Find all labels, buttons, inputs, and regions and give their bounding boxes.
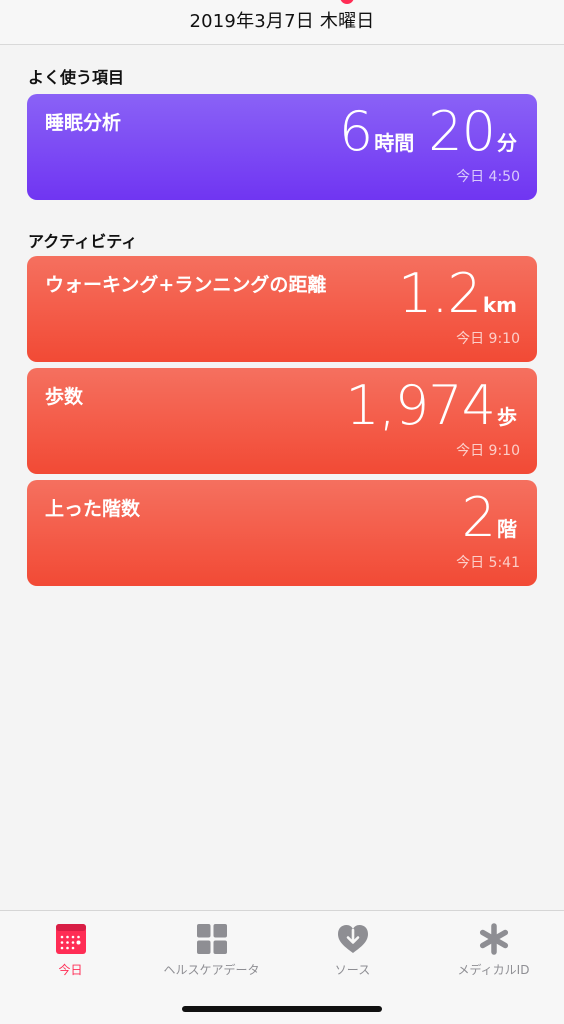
sleep-hours: 6 [338, 100, 373, 163]
distance-value: 1.2 [397, 262, 482, 325]
flights-climbed-card[interactable]: 上った階数 2 階 今日 5:41 [27, 480, 537, 586]
sleep-card-value: 6 時間 20 分 [339, 100, 519, 163]
header-date: 2019年3月7日 木曜日 [189, 11, 375, 32]
favorites-section-title: よく使う項目 [28, 68, 125, 87]
calendar-icon [55, 924, 86, 954]
health-today-screen: 2019年3月7日 木曜日 よく使う項目 睡眠分析 6 時間 20 分 今日 4… [0, 0, 564, 1024]
tab-today-label: 今日 [58, 963, 83, 977]
asterisk-icon [479, 923, 508, 955]
tab-sources[interactable]: ソース [282, 911, 423, 991]
tab-medical-id-label: メディカルID [457, 963, 530, 977]
heart-download-icon [337, 925, 368, 953]
steps-card[interactable]: 歩数 1,974 歩 今日 9:10 [27, 368, 537, 474]
flights-value: 2 [461, 486, 496, 549]
sleep-minutes: 20 [428, 100, 496, 163]
sleep-minutes-unit: 分 [497, 131, 517, 155]
steps-value: 1,974 [345, 374, 496, 437]
tab-today[interactable]: 今日 [0, 911, 141, 991]
distance-unit: km [482, 293, 517, 317]
sleep-hours-unit: 時間 [374, 131, 415, 155]
flights-unit: 階 [497, 517, 517, 541]
tab-health-data-label: ヘルスケアデータ [163, 963, 260, 977]
steps-card-value: 1,974 歩 [345, 374, 519, 437]
sleep-analysis-card[interactable]: 睡眠分析 6 時間 20 分 今日 4:50 [27, 94, 537, 200]
steps-card-time: 今日 9:10 [456, 443, 520, 459]
home-indicator[interactable] [182, 1006, 382, 1012]
grid-icon [196, 924, 227, 954]
steps-unit: 歩 [497, 405, 517, 429]
distance-card-value: 1.2 km [398, 262, 519, 325]
flights-card-time: 今日 5:41 [456, 555, 520, 571]
tab-sources-label: ソース [334, 963, 371, 977]
flights-card-value: 2 階 [462, 486, 519, 549]
flights-card-label: 上った階数 [45, 498, 141, 520]
tab-health-data[interactable]: ヘルスケアデータ [141, 911, 282, 991]
sleep-card-time: 今日 4:50 [456, 169, 520, 185]
distance-card-time: 今日 9:10 [456, 331, 520, 347]
tab-medical-id[interactable]: メディカルID [423, 911, 564, 991]
walking-running-distance-card[interactable]: ウォーキング+ランニングの距離 1.2 km 今日 9:10 [27, 256, 537, 362]
steps-card-label: 歩数 [45, 386, 84, 408]
distance-card-label: ウォーキング+ランニングの距離 [45, 274, 327, 296]
header-indicator [340, 0, 354, 4]
header: 2019年3月7日 木曜日 [0, 0, 564, 45]
activity-section-title: アクティビティ [28, 232, 138, 251]
sleep-card-label: 睡眠分析 [45, 112, 122, 134]
